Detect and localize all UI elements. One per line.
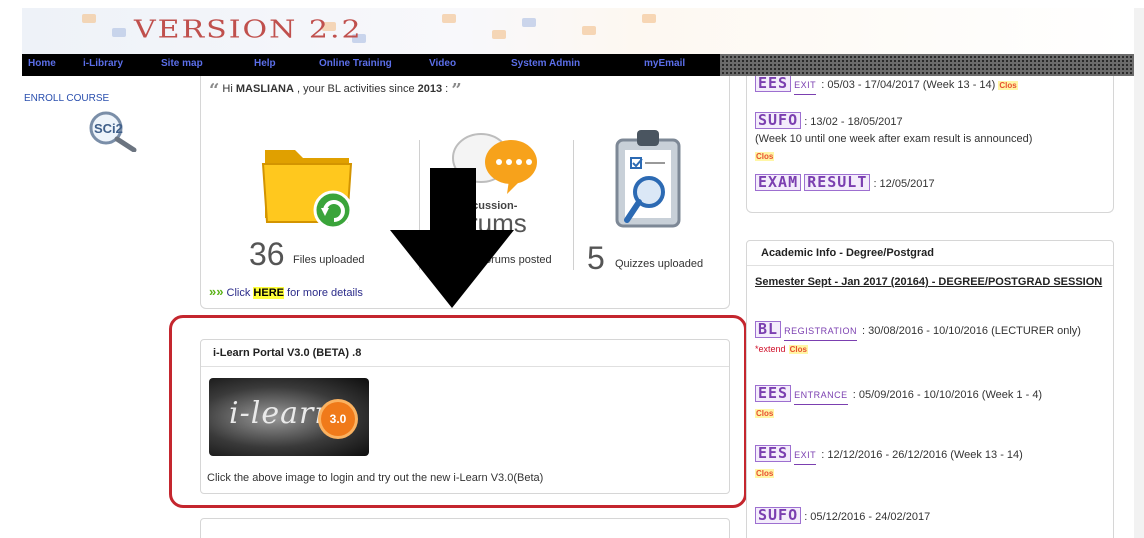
- schedule-entry-sufo: SUFO : 13/02 - 18/05/2017 (Week 10 until…: [755, 112, 1109, 165]
- sci2-logo-text: SCi2: [94, 121, 123, 136]
- academic-entry-sufo: SUFO : 05/12/2016 - 24/02/2017: [755, 507, 1109, 526]
- sufo-note: (Week 10 until one week after exam resul…: [755, 133, 1033, 145]
- green-arrows-icon: »»: [209, 284, 224, 299]
- nav-system-admin[interactable]: System Admin: [511, 58, 580, 69]
- bl-tag: BL: [755, 321, 782, 338]
- quizzes-count: 5: [587, 240, 605, 276]
- more-prefix: Click: [226, 287, 254, 299]
- more-suffix: for more details: [283, 287, 363, 299]
- exam-tag: EXAM: [755, 174, 802, 191]
- entrance-sub-label: ENTRANCE: [794, 387, 848, 405]
- nav-site-map[interactable]: Site map: [161, 58, 203, 69]
- schedule-entry-exit: EES EXIT : 05/03 - 17/04/2017 (Week 13 -…: [755, 76, 1109, 95]
- greeting-line: “ Hi MASLIANA , your BL activities since…: [209, 80, 462, 101]
- exam-result-date: : 12/05/2017: [873, 178, 935, 190]
- files-count: 36: [249, 236, 285, 272]
- entrance-dates: : 05/09/2016 - 10/10/2016 (Week 1 - 4): [852, 389, 1043, 401]
- since-year: 2013: [417, 83, 443, 95]
- clos-badge: Clos: [755, 469, 775, 478]
- main-nav: Home i-Library Site map Help Online Trai…: [22, 54, 1134, 76]
- sci2-magnifier-icon[interactable]: SCi2: [82, 110, 142, 152]
- window-edge: [1134, 8, 1144, 538]
- nav-online-training[interactable]: Online Training: [319, 58, 392, 69]
- schedule-entry-exam-result: EXAM RESULT : 12/05/2017: [755, 174, 1109, 193]
- extend-label: *extend: [755, 344, 786, 354]
- ees-tag: EES: [755, 385, 792, 402]
- quizzes-label: Quizzes uploaded: [615, 258, 704, 270]
- divider: [573, 140, 574, 270]
- sufo-tag: SUFO: [755, 112, 802, 129]
- registration-sub-label: REGISTRATION: [784, 323, 857, 341]
- academic-entry-ees-entrance: EES ENTRANCE : 05/09/2016 - 10/10/2016 (…: [755, 385, 1109, 422]
- annotation-red-highlight: [169, 315, 747, 508]
- sufo-dates: : 05/12/2016 - 24/02/2017: [804, 511, 931, 523]
- nav-pattern-strip: [720, 54, 1134, 76]
- open-quote-icon: “: [209, 80, 220, 101]
- exit-sub-label: EXIT: [794, 77, 817, 95]
- greeting-prefix: Hi: [222, 83, 236, 95]
- close-quote-icon: ”: [451, 80, 462, 101]
- more-details-link[interactable]: HERE: [253, 287, 284, 299]
- screenshot-frame: VERSION 2.2 Home i-Library Site map Help…: [0, 0, 1144, 538]
- more-details-line: »» Click HERE for more details: [209, 284, 363, 299]
- nav-video[interactable]: Video: [429, 58, 456, 69]
- nav-myemail[interactable]: myEmail: [644, 58, 685, 69]
- sufo-dates: : 13/02 - 18/05/2017: [804, 116, 903, 128]
- sufo-tag: SUFO: [755, 507, 802, 524]
- nav-i-library[interactable]: i-Library: [83, 58, 123, 69]
- exit-dates: : 12/12/2016 - 26/12/2016 (Week 13 - 14): [821, 449, 1023, 461]
- greeting-suffix: :: [442, 83, 449, 95]
- quiz-clipboard-icon[interactable]: [613, 128, 685, 234]
- version-title: VERSION 2.2: [134, 16, 363, 44]
- next-panel-top: [200, 518, 730, 538]
- ees-tag: EES: [755, 445, 792, 462]
- clos-badge: Clos: [788, 345, 808, 354]
- exam-schedule-panel: EES EXIT : 05/03 - 17/04/2017 (Week 13 -…: [746, 76, 1114, 213]
- annotation-down-arrow: [390, 168, 514, 308]
- clos-badge: Clos: [998, 81, 1018, 90]
- exit-sub-label: EXIT: [794, 447, 817, 465]
- result-tag: RESULT: [804, 174, 871, 191]
- semester-title[interactable]: Semester Sept - Jan 2017 (20164) - DEGRE…: [755, 275, 1109, 289]
- site-banner: VERSION 2.2: [22, 8, 1134, 54]
- academic-entry-ees-exit: EES EXIT : 12/12/2016 - 26/12/2016 (Week…: [755, 445, 1109, 482]
- user-name: MASLIANA: [235, 83, 294, 95]
- academic-info-header: Academic Info - Degree/Postgrad: [747, 241, 1113, 266]
- academic-info-panel: Academic Info - Degree/Postgrad Semester…: [746, 240, 1114, 538]
- nav-home[interactable]: Home: [28, 58, 56, 69]
- greeting-middle: , your BL activities since: [293, 83, 418, 95]
- clos-badge: Clos: [755, 409, 775, 418]
- exit-dates: : 05/03 - 17/04/2017 (Week 13 - 14): [821, 79, 996, 91]
- enroll-course-label[interactable]: ENROLL COURSE: [24, 93, 109, 104]
- folder-upload-icon[interactable]: [259, 136, 359, 232]
- academic-entry-bl-registration: BL REGISTRATION : 30/08/2016 - 10/10/201…: [755, 321, 1109, 358]
- nav-help[interactable]: Help: [254, 58, 276, 69]
- enroll-course-widget[interactable]: ENROLL COURSE SCi2: [22, 88, 162, 158]
- files-label: Files uploaded: [293, 254, 365, 266]
- ees-tag-icon: EES: [755, 76, 792, 92]
- clos-badge: Clos: [755, 152, 775, 161]
- registration-dates: : 30/08/2016 - 10/10/2016 (LECTURER only…: [862, 325, 1081, 337]
